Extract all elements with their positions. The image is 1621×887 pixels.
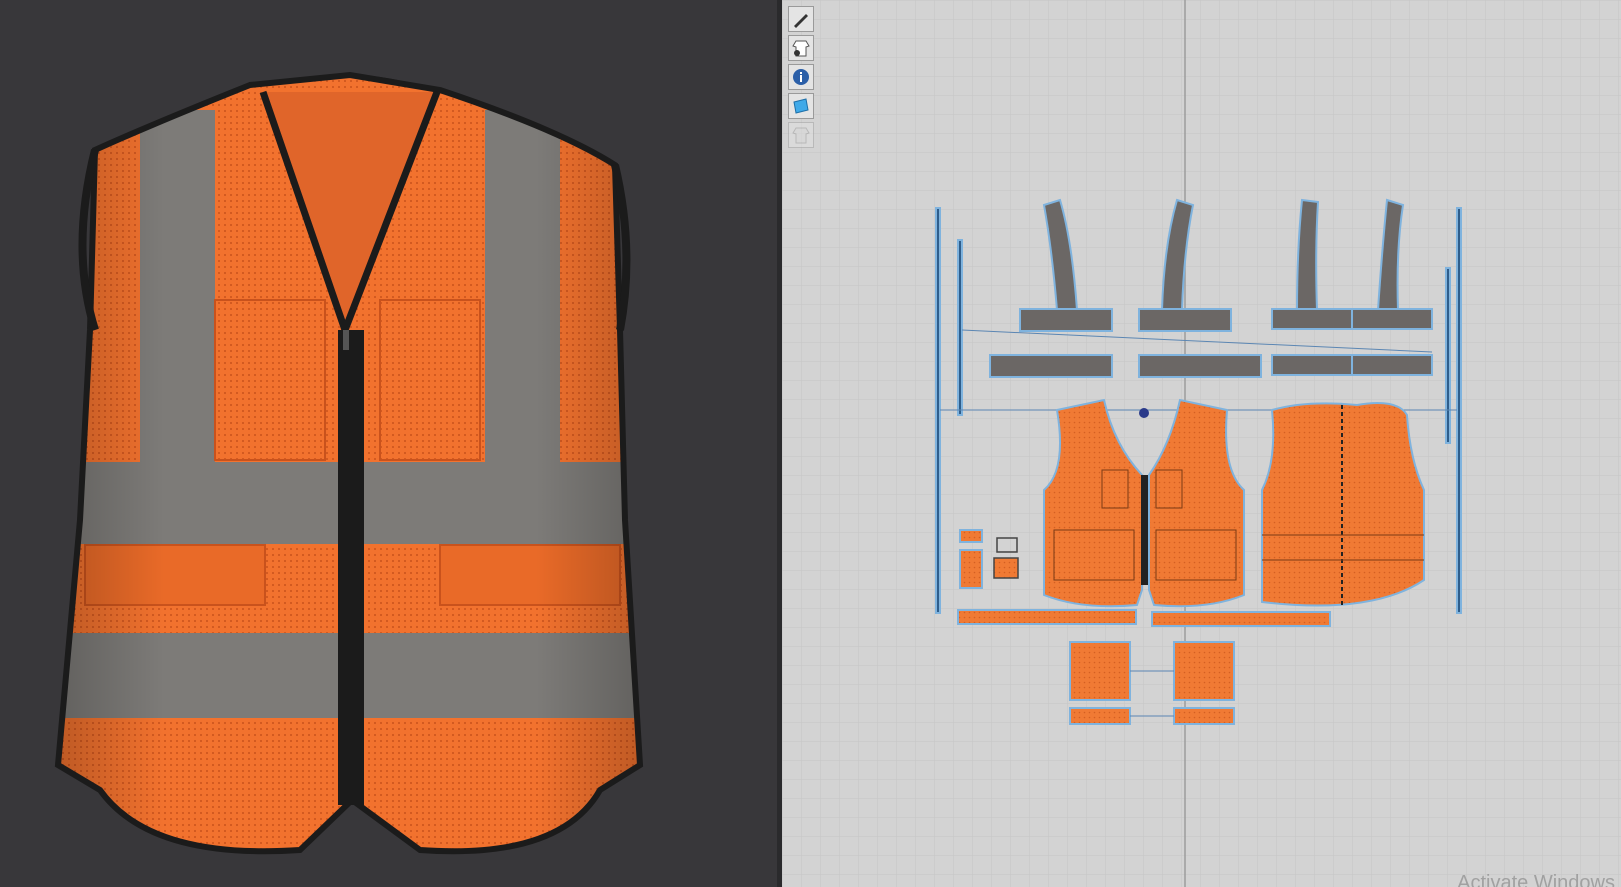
3d-viewport[interactable] — [0, 0, 777, 887]
pattern-toolbar — [788, 6, 818, 148]
texture-icon — [793, 98, 809, 114]
pen-tool-button[interactable] — [788, 6, 814, 32]
vest-3d-render — [54, 71, 644, 855]
back-panel[interactable] — [1261, 402, 1425, 607]
info-icon — [793, 69, 809, 85]
avatar-icon — [792, 127, 810, 144]
pattern-grid — [782, 0, 1621, 887]
2d-pattern-window[interactable]: Activate Windows — [782, 0, 1621, 887]
garment-eye-icon — [792, 40, 810, 57]
show-garment-button[interactable] — [788, 35, 814, 61]
show-avatar-button[interactable] — [788, 122, 814, 148]
info-button[interactable] — [788, 64, 814, 90]
app-window: Activate Windows — [0, 0, 1621, 887]
texture-button[interactable] — [788, 93, 814, 119]
pen-icon — [794, 14, 808, 28]
activate-windows-watermark: Activate Windows — [1457, 872, 1615, 887]
